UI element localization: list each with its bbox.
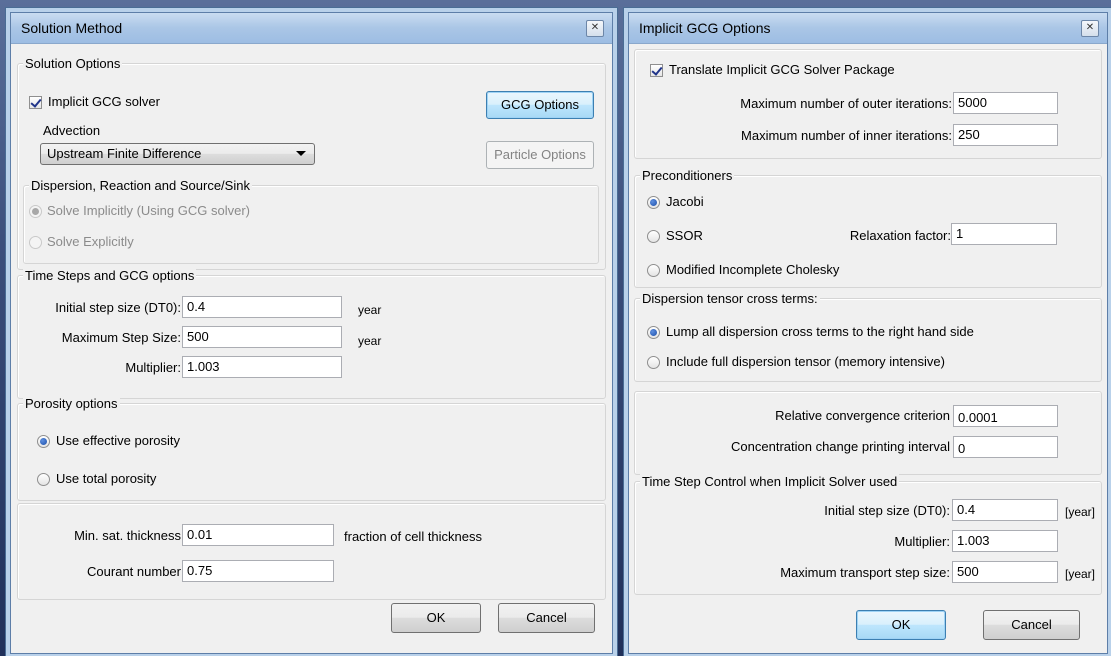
jacobi-label: Jacobi [666,194,704,209]
max-outer-iterations-input[interactable]: 5000 [953,92,1058,114]
tsc-initial-step-unit: [year] [1065,505,1096,519]
print-interval-input[interactable]: 0 [953,436,1058,458]
dialog-title: Implicit GCG Options [639,20,771,36]
tsc-max-step-input[interactable]: 500 [952,561,1058,583]
tsc-initial-step-label: Initial step size (DT0): [824,503,950,518]
total-porosity-radio[interactable] [37,473,50,486]
courant-number-label: Courant number [87,564,181,579]
relative-convergence-input[interactable]: 0.0001 [953,405,1058,427]
effective-porosity-radio[interactable] [37,435,50,448]
chevron-down-icon [296,151,306,156]
solve-implicitly-radio[interactable] [29,205,42,218]
close-icon[interactable]: ✕ [1081,20,1099,37]
mic-label: Modified Incomplete Cholesky [666,262,840,277]
implicit-gcg-label: Implicit GCG solver [48,94,160,109]
advection-label: Advection [43,123,101,138]
dispersion-tensor-group: Dispersion tensor cross terms: Lump all … [634,291,1102,382]
solve-implicitly-label: Solve Implicitly (Using GCG solver) [47,203,250,218]
total-porosity-label: Use total porosity [56,471,157,486]
max-inner-iterations-input[interactable]: 250 [953,124,1058,146]
ssor-radio[interactable] [647,230,660,243]
initial-step-unit: year [358,303,382,317]
effective-porosity-label: Use effective porosity [56,433,181,448]
implicit-gcg-checkbox[interactable] [29,96,42,109]
jacobi-radio[interactable] [647,196,660,209]
group-title: Preconditioners [640,168,735,183]
dialog-title: Solution Method [21,20,123,36]
implicit-gcg-options-dialog: Implicit GCG Options ✕ Translate Implici… [628,12,1108,654]
porosity-group: Porosity options Use effective porosity … [17,396,606,501]
max-outer-iterations-label: Maximum number of outer iterations: [740,96,952,111]
misc-group: Min. sat. thickness 0.01 fraction of cel… [17,503,606,600]
ssor-label: SSOR [666,228,703,243]
solution-options-group: Solution Options Implicit GCG solver GCG… [17,56,606,270]
iterations-group: Translate Implicit GCG Solver Package Ma… [634,49,1102,159]
advection-select[interactable]: Upstream Finite Difference [40,143,315,165]
multiplier-input[interactable]: 1.003 [182,356,342,378]
group-title: Dispersion tensor cross terms: [640,291,820,306]
time-step-control-group: Time Step Control when Implicit Solver u… [634,474,1102,595]
max-step-label: Maximum Step Size: [61,330,181,345]
tsc-max-step-unit: [year] [1065,567,1096,581]
max-step-unit: year [358,334,382,348]
initial-step-input[interactable]: 0.4 [182,296,342,318]
title-bar[interactable]: Implicit GCG Options ✕ [629,13,1107,44]
min-sat-thickness-label: Min. sat. thickness [74,528,181,543]
gcg-options-button[interactable]: GCG Options [486,91,594,119]
advection-value: Upstream Finite Difference [47,146,202,161]
lump-cross-terms-radio[interactable] [647,326,660,339]
relaxation-factor-label: Relaxation factor: [849,228,951,243]
max-inner-iterations-label: Maximum number of inner iterations: [741,128,952,143]
solve-explicitly-label: Solve Explicitly [47,234,134,249]
mic-radio[interactable] [647,264,660,277]
full-tensor-label: Include full dispersion tensor (memory i… [666,354,945,369]
relative-convergence-label: Relative convergence criterion [775,408,950,423]
time-steps-group: Time Steps and GCG options Initial step … [17,268,606,399]
tsc-initial-step-input[interactable]: 0.4 [952,499,1058,521]
particle-options-button[interactable]: Particle Options [486,141,594,169]
preconditioners-group: Preconditioners Jacobi SSOR Relaxation f… [634,168,1102,288]
full-tensor-radio[interactable] [647,356,660,369]
print-interval-label: Concentration change printing interval [731,439,950,454]
group-title: Solution Options [23,56,123,71]
convergence-group: Relative convergence criterion 0.0001 Co… [634,391,1102,475]
dispersion-group: Dispersion, Reaction and Source/Sink Sol… [23,178,599,264]
close-icon[interactable]: ✕ [586,20,604,37]
cancel-button[interactable]: Cancel [498,603,595,633]
initial-step-label: Initial step size (DT0): [55,300,181,315]
courant-number-input[interactable]: 0.75 [182,560,334,582]
group-title: Dispersion, Reaction and Source/Sink [29,178,252,193]
tsc-max-step-label: Maximum transport step size: [780,565,950,580]
group-title: Porosity options [23,396,120,411]
max-step-input[interactable]: 500 [182,326,342,348]
lump-cross-terms-label: Lump all dispersion cross terms to the r… [666,324,974,339]
multiplier-label: Multiplier: [125,360,181,375]
relaxation-factor-input[interactable]: 1 [951,223,1057,245]
ok-button[interactable]: OK [391,603,481,633]
solve-explicitly-radio[interactable] [29,236,42,249]
tsc-multiplier-label: Multiplier: [894,534,950,549]
ok-button[interactable]: OK [856,610,946,640]
translate-package-checkbox[interactable] [650,64,663,77]
translate-package-label: Translate Implicit GCG Solver Package [669,62,895,77]
min-sat-thickness-unit: fraction of cell thickness [344,529,483,544]
solution-method-dialog: Solution Method ✕ Solution Options Impli… [10,12,613,654]
min-sat-thickness-input[interactable]: 0.01 [182,524,334,546]
group-title: Time Step Control when Implicit Solver u… [640,474,900,489]
group-title: Time Steps and GCG options [23,268,197,283]
title-bar[interactable]: Solution Method ✕ [11,13,612,44]
tsc-multiplier-input[interactable]: 1.003 [952,530,1058,552]
cancel-button[interactable]: Cancel [983,610,1080,640]
